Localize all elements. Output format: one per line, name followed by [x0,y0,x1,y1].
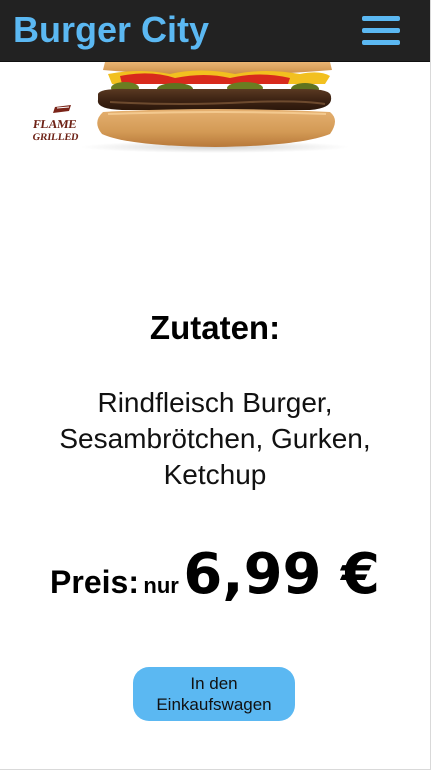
menu-bar-middle [362,28,400,33]
flame-grilled-logo: FLAME GRILLED [32,105,81,145]
menu-bar-bottom [362,40,400,45]
svg-text:FLAME: FLAME [33,117,78,131]
price-label: Preis: [50,564,139,600]
menu-bar-top [362,16,400,21]
ingredients-list: Rindfleisch Burger, Sesambrötchen, Gurke… [59,387,371,490]
hamburger-menu-icon[interactable] [362,14,402,48]
price-value: 6,99 € [183,542,380,607]
svg-text:GRILLED: GRILLED [33,132,79,143]
brand-title[interactable]: Burger City [13,8,209,52]
add-to-cart-button[interactable]: In den Einkaufswagen [133,667,295,721]
price-prefix: nur [143,573,179,598]
flame-grilled-badge: FLAME GRILLED [32,105,79,143]
price-line: Preis: nur 6,99 € [0,542,430,607]
header-bar: Burger City [0,0,430,62]
ingredients-heading: Zutaten: [149,309,281,346]
page: Burger City FLAME GRILLED Zutaten: Rindf… [0,0,431,770]
